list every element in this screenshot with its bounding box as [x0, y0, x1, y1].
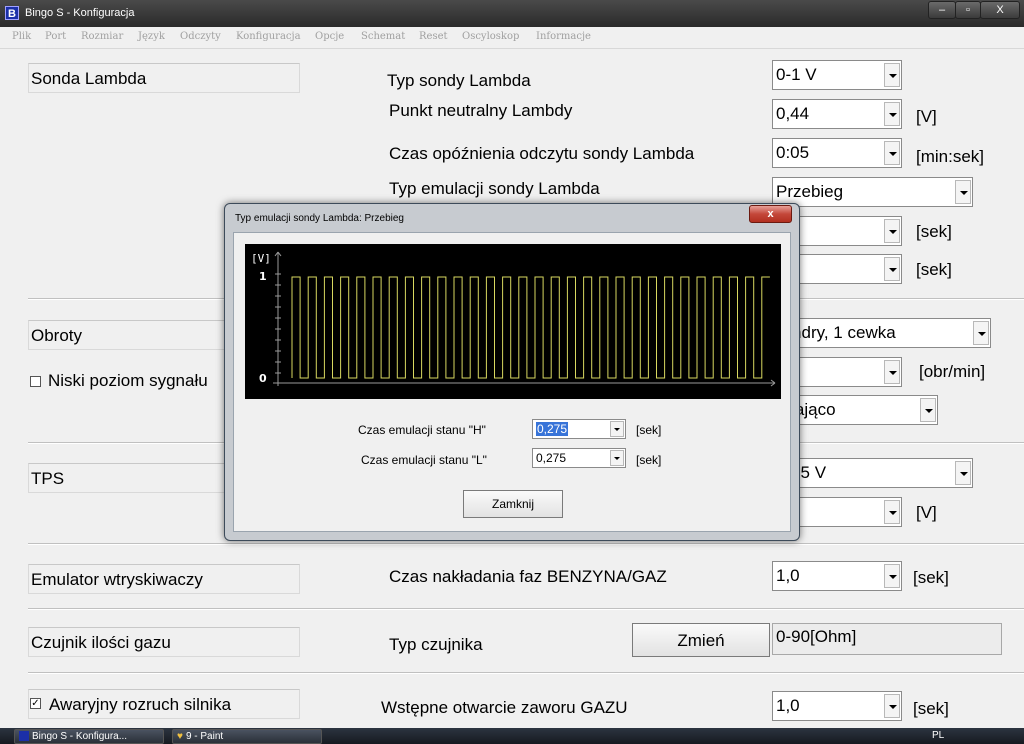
- language-indicator[interactable]: PL: [932, 730, 944, 741]
- h-time-unit: [sek]: [636, 423, 662, 437]
- chevron-down-icon[interactable]: [884, 360, 900, 384]
- emulation-dialog: Typ emulacji sondy Lambda: Przebieg x [V…: [224, 203, 800, 541]
- gas-valve-label: Wstępne otwarcie zaworu GAZU: [381, 698, 628, 717]
- section-injector: Emulator wtryskiwaczy: [28, 564, 300, 594]
- oscilloscope-chart: [V] 1 0: [251, 251, 776, 387]
- gas-sensor-value: 0-90[Ohm]: [772, 623, 1002, 655]
- rpm-unit: [obr/min]: [919, 362, 986, 381]
- l-time-label: Czas emulacji stanu "L": [361, 453, 487, 467]
- lambda-emu-select[interactable]: Przebieg: [772, 177, 973, 207]
- scope-trace: [291, 276, 770, 379]
- h-time-label: Czas emulacji stanu "H": [358, 423, 486, 437]
- menu-reset[interactable]: Reset: [419, 31, 448, 42]
- taskbar-item-bingo[interactable]: Bingo S - Konfigura...: [14, 729, 164, 744]
- section-lambda: Sonda Lambda: [28, 63, 300, 93]
- taskbar-item-paint[interactable]: ♥ 9 - Paint: [172, 729, 322, 744]
- lambda-type-select[interactable]: 0-1 V: [772, 60, 902, 90]
- lambda-delay-select[interactable]: 0:05: [772, 138, 902, 168]
- chevron-down-icon[interactable]: [610, 450, 624, 466]
- window-title: Bingo S - Konfiguracja: [25, 7, 135, 19]
- lambda-l-unit: [sek]: [916, 260, 952, 279]
- chevron-down-icon[interactable]: [884, 219, 900, 243]
- menu-opcje[interactable]: Opcje: [315, 31, 344, 42]
- lambda-neutral-select[interactable]: 0,44: [772, 99, 902, 129]
- injector-select[interactable]: 1,0: [772, 561, 902, 591]
- lambda-delay-unit: [min:sek]: [916, 147, 985, 166]
- lambda-neutral-label: Punkt neutralny Lambdy: [389, 101, 573, 120]
- rpm-type-select[interactable]: ylindry, 1 cewka: [772, 318, 991, 348]
- dialog-close-button[interactable]: x: [749, 205, 792, 223]
- divider: [28, 608, 1024, 610]
- scope-y-low: 0: [259, 372, 267, 385]
- gas-valve-select[interactable]: 1,0: [772, 691, 902, 721]
- change-button[interactable]: Zmień: [632, 623, 770, 657]
- emergency-label: Awaryjny rozruch silnika: [49, 695, 232, 714]
- chevron-down-icon[interactable]: [610, 421, 624, 437]
- chevron-down-icon[interactable]: [955, 180, 971, 204]
- oscilloscope-view: [V] 1 0: [245, 244, 781, 399]
- menu-konfiguracja[interactable]: Konfiguracja: [236, 31, 301, 42]
- close-button[interactable]: X: [980, 1, 1020, 19]
- tps-type-select[interactable]: , 0-5 V: [772, 458, 973, 488]
- menu-port[interactable]: Port: [45, 31, 66, 42]
- chevron-down-icon[interactable]: [884, 257, 900, 281]
- lambda-type-label: Typ sondy Lambda: [387, 71, 531, 90]
- chevron-down-icon[interactable]: [884, 102, 900, 126]
- gas-valve-unit: [sek]: [913, 699, 949, 718]
- app-icon: [19, 731, 29, 742]
- section-emergency: Awaryjny rozruch silnika: [28, 689, 300, 719]
- l-time-unit: [sek]: [636, 453, 662, 467]
- maximize-button[interactable]: ▫: [955, 1, 981, 19]
- menu-plik[interactable]: Plik: [12, 31, 31, 42]
- emergency-checkbox[interactable]: ✓: [30, 698, 41, 709]
- chevron-down-icon[interactable]: [884, 564, 900, 588]
- app-icon: B: [5, 6, 19, 20]
- paint-icon: ♥: [177, 731, 183, 742]
- menu-bar: Plik Port Rozmiar Język Odczyty Konfigur…: [0, 27, 1024, 49]
- h-time-select[interactable]: 0,275: [532, 419, 626, 439]
- chevron-down-icon[interactable]: [920, 398, 936, 422]
- scope-y-high: 1: [259, 270, 267, 283]
- chevron-down-icon[interactable]: [955, 461, 971, 485]
- menu-jezyk[interactable]: Język: [138, 31, 165, 42]
- menu-oscyloskop[interactable]: Oscyloskop: [462, 31, 519, 42]
- chevron-down-icon[interactable]: [884, 694, 900, 718]
- close-dialog-button[interactable]: Zamknij: [463, 490, 563, 518]
- chevron-down-icon[interactable]: [884, 500, 900, 524]
- section-gas-sensor: Czujnik ilości gazu: [28, 627, 300, 657]
- divider: [28, 672, 1024, 674]
- injector-label: Czas nakładania faz BENZYNA/GAZ: [389, 567, 667, 586]
- menu-odczyty[interactable]: Odczyty: [180, 31, 221, 42]
- dialog-body: [V] 1 0 Czas emulacji stanu "H" 0,275 [s…: [233, 232, 791, 532]
- gas-sensor-label: Typ czujnika: [389, 635, 483, 654]
- chevron-down-icon[interactable]: [884, 141, 900, 165]
- menu-informacje[interactable]: Informacje: [536, 31, 591, 42]
- low-signal-label: Niski poziom sygnału: [48, 371, 208, 390]
- tps-unit: [V]: [916, 503, 937, 522]
- low-signal-checkbox[interactable]: [30, 376, 41, 387]
- chevron-down-icon[interactable]: [973, 321, 989, 345]
- menu-rozmiar[interactable]: Rozmiar: [81, 31, 123, 42]
- lambda-neutral-unit: [V]: [916, 107, 937, 126]
- lambda-h-unit: [sek]: [916, 222, 952, 241]
- dialog-title: Typ emulacji sondy Lambda: Przebieg: [235, 213, 404, 224]
- lambda-delay-label: Czas opóźnienia odczytu sondy Lambda: [389, 144, 695, 163]
- lambda-emu-label: Typ emulacji sondy Lambda: [389, 179, 600, 198]
- divider: [28, 543, 1024, 545]
- main-window: B Bingo S - Konfiguracja – ▫ X Plik Port…: [0, 0, 1024, 728]
- injector-unit: [sek]: [913, 568, 949, 587]
- menu-schemat[interactable]: Schemat: [361, 31, 405, 42]
- scope-y-unit: [V]: [251, 252, 271, 265]
- l-time-select[interactable]: 0,275: [532, 448, 626, 468]
- chevron-down-icon[interactable]: [884, 63, 900, 87]
- minimize-button[interactable]: –: [928, 1, 956, 19]
- taskbar: Bingo S - Konfigura... ♥ 9 - Paint PL: [0, 728, 1024, 744]
- title-bar: B Bingo S - Konfiguracja – ▫ X: [0, 0, 1024, 27]
